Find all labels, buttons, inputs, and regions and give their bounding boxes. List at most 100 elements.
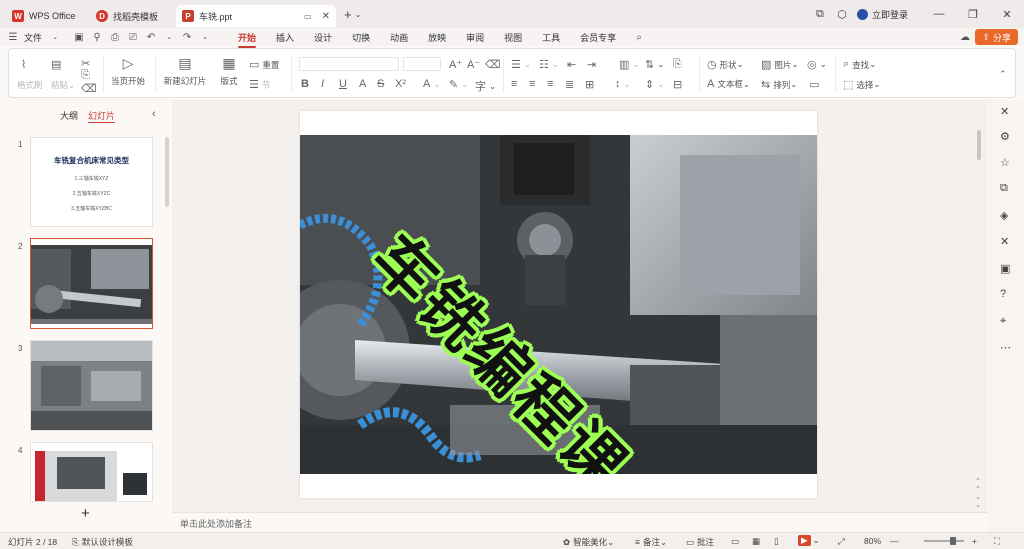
new-slide-button[interactable]: ▤ 新建幻灯片: [161, 55, 209, 87]
search-icon[interactable]: ⌕: [632, 32, 646, 43]
zoom-level[interactable]: 80%: [864, 536, 881, 546]
tab-outline[interactable]: 大纲: [60, 109, 78, 123]
section-button[interactable]: ☰ 节: [249, 78, 270, 91]
beautify-button[interactable]: ✿ 智能美化 ⌄: [563, 536, 614, 548]
copy-icon[interactable]: ⎘: [81, 69, 93, 82]
restore-icon[interactable]: ❐: [956, 8, 990, 21]
picture-button[interactable]: ▨ 图片 ⌄: [761, 58, 799, 71]
zoom-in-icon[interactable]: +: [972, 536, 977, 546]
notes-toggle[interactable]: ≡ 备注 ⌄: [635, 536, 667, 548]
font-color-icon[interactable]: A ⌄: [423, 78, 440, 90]
highlight-icon[interactable]: ✎ ⌄: [449, 78, 468, 91]
paragraph-spacing-icon[interactable]: ⇕ ⌄: [645, 78, 664, 91]
pin-icon[interactable]: ⌖: [1000, 315, 1006, 328]
strikethrough-icon[interactable]: A: [359, 78, 369, 90]
shape-button[interactable]: ◷ 形状 ⌄: [707, 58, 744, 71]
reading-view-icon[interactable]: ▯: [774, 536, 779, 547]
minimize-icon[interactable]: —: [922, 8, 956, 20]
current-slide[interactable]: 车铣编程课: [300, 111, 817, 498]
play-slideshow-button[interactable]: ▶ ⌄: [798, 535, 820, 546]
close-tab-icon[interactable]: ✕: [322, 11, 330, 22]
template-button[interactable]: ⎘ 默认设计模板: [72, 536, 133, 548]
strike-icon[interactable]: S: [377, 78, 387, 90]
tab-slideshow[interactable]: 放映: [418, 31, 456, 44]
thumbnail-scrollbar[interactable]: [165, 137, 169, 207]
increase-font-icon[interactable]: A⁺: [449, 58, 465, 71]
help-icon[interactable]: ?: [1000, 288, 1006, 300]
redo-icon[interactable]: ↷: [180, 32, 194, 43]
char-spacing-icon[interactable]: 字 ⌄: [475, 78, 496, 94]
textbox-button[interactable]: A 文本框 ⌄: [707, 78, 750, 90]
underline-icon[interactable]: U: [339, 78, 350, 90]
columns-icon[interactable]: ▥ ⌄: [619, 58, 640, 71]
tab-current-document[interactable]: P 车铣.ppt ▭ ✕: [176, 5, 336, 27]
align-left-icon[interactable]: ≡: [511, 78, 520, 90]
share-button[interactable]: ⇪ 分享: [975, 29, 1018, 45]
undo-icon[interactable]: ↶: [144, 32, 158, 43]
undo-chevron-icon[interactable]: ⌄: [162, 33, 176, 41]
font-family-select[interactable]: [299, 57, 399, 71]
layout-button[interactable]: ▦ 版式: [215, 55, 243, 87]
hamburger-icon[interactable]: ☰: [6, 32, 20, 43]
outline-icon[interactable]: ▭: [809, 78, 822, 91]
export-pdf-icon[interactable]: ⎙: [108, 32, 122, 43]
zoom-slider[interactable]: [924, 540, 964, 542]
page-nav-arrows[interactable]: ⌃ ⌃ ⌄ ⌄: [975, 478, 981, 510]
indent-increase-icon[interactable]: ⇥: [587, 58, 599, 71]
arrange-button[interactable]: ⇆ 排列 ⌄: [761, 78, 797, 91]
bold-icon[interactable]: B: [301, 78, 312, 90]
normal-view-icon[interactable]: ▭: [731, 536, 739, 547]
tab-animation[interactable]: 动画: [380, 31, 418, 44]
restore-tab-icon[interactable]: ▭: [304, 12, 312, 21]
line-spacing-icon[interactable]: ↕ ⌄: [615, 78, 631, 90]
save-icon[interactable]: ▣: [72, 32, 86, 43]
more-chevron-icon[interactable]: ⌄: [198, 33, 212, 41]
find-button[interactable]: ⌕ 查找 ⌄: [843, 58, 876, 71]
slide-background-image[interactable]: 车铣编程课: [300, 135, 817, 474]
collapse-panel-icon[interactable]: ‹: [152, 108, 156, 120]
tab-list-chevron-icon[interactable]: ⌄: [355, 10, 362, 19]
format-painter-button[interactable]: 格式刷: [17, 79, 43, 91]
notes-pane[interactable]: 单击此处添加备注: [172, 512, 987, 532]
tab-design[interactable]: 设计: [304, 31, 342, 44]
smart-art-icon[interactable]: ⊟: [673, 78, 685, 91]
copy-pane-icon[interactable]: ⧉: [1000, 182, 1008, 195]
cube-icon[interactable]: ⬡: [831, 8, 853, 21]
fullscreen-icon[interactable]: ⛶: [994, 536, 1000, 547]
superscript-icon[interactable]: X²: [395, 78, 409, 90]
adjust-icon[interactable]: ⚙: [1000, 130, 1010, 143]
add-slide-icon[interactable]: +: [81, 505, 90, 522]
numbered-list-icon[interactable]: ☷ ⌄: [539, 58, 559, 71]
text-direction-icon[interactable]: ⇅ ⌄: [645, 58, 664, 71]
file-menu-chevron-icon[interactable]: ⌄: [48, 33, 62, 41]
tab-slides[interactable]: 幻灯片: [88, 109, 116, 123]
shield-icon[interactable]: ◈: [1000, 209, 1008, 222]
close-window-icon[interactable]: ✕: [990, 8, 1024, 21]
select-button[interactable]: ⬚ 选择 ⌄: [843, 78, 881, 91]
from-current-button[interactable]: ▷ 当页开始: [109, 55, 147, 87]
cloud-icon[interactable]: ☁: [958, 32, 972, 43]
tab-template[interactable]: D 找稻壳模板: [90, 5, 170, 27]
justify-icon[interactable]: ≣: [565, 78, 577, 91]
tab-wps-office[interactable]: W WPS Office: [6, 5, 84, 27]
tab-tools[interactable]: 工具: [532, 31, 570, 44]
star-icon[interactable]: ☆: [1000, 156, 1010, 169]
distributed-icon[interactable]: ⊞: [585, 78, 597, 91]
layout-icon[interactable]: ⧉: [809, 8, 831, 21]
canvas-scrollbar[interactable]: [977, 130, 981, 160]
bullet-list-icon[interactable]: ☰ ⌄: [511, 58, 531, 71]
slide-thumbnail-1[interactable]: 车铣复合机床常见类型 1.三轴车铣XYZ 2.五轴车铣XYZC 3.五轴车铣XY…: [30, 137, 153, 227]
tab-insert[interactable]: 插入: [266, 31, 304, 44]
indent-decrease-icon[interactable]: ⇤: [567, 58, 579, 71]
eraser-icon[interactable]: ⌫: [485, 58, 504, 71]
paste-button[interactable]: 粘贴 ⌄: [51, 79, 75, 91]
print-icon[interactable]: ⎚: [126, 32, 140, 43]
italic-icon[interactable]: I: [321, 78, 327, 90]
reset-button[interactable]: ▭ 重置: [249, 58, 279, 71]
tab-review[interactable]: 审阅: [456, 31, 494, 44]
slide-sorter-icon[interactable]: ▦: [752, 536, 760, 547]
translate-icon[interactable]: ▣: [1000, 262, 1010, 275]
tools-icon[interactable]: ✕: [1000, 235, 1009, 248]
comments-toggle[interactable]: ▭ 批注: [686, 536, 714, 548]
slide-thumbnail-4[interactable]: [30, 442, 153, 502]
